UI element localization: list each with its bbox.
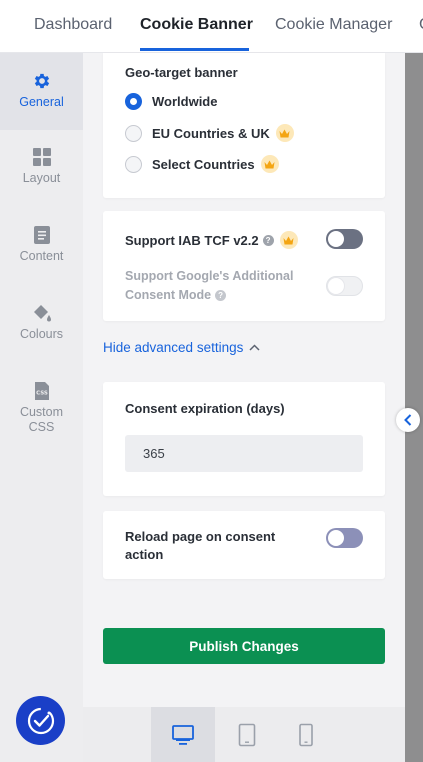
sidebar-item-content[interactable]: Content bbox=[0, 225, 83, 264]
sidebar-item-label: CSS bbox=[28, 420, 55, 434]
google-consent-label-line2-row: Consent Mode? bbox=[125, 286, 293, 305]
toggle-knob bbox=[328, 231, 344, 247]
radio-worldwide[interactable]: Worldwide bbox=[125, 93, 217, 110]
radio-label: Worldwide bbox=[152, 94, 218, 109]
assistant-fab-button[interactable] bbox=[16, 696, 65, 745]
consent-expiration-label: Consent expiration (days) bbox=[125, 401, 285, 416]
chevron-left-icon bbox=[404, 414, 412, 426]
sidebar-item-layout[interactable]: Layout bbox=[0, 147, 83, 186]
google-consent-label-line1: Support Google's Additional bbox=[125, 269, 294, 283]
toggle-knob bbox=[328, 530, 344, 546]
settings-panel: Geo-target banner Worldwide EU Countries… bbox=[83, 53, 405, 707]
device-tablet-button[interactable] bbox=[215, 707, 279, 762]
sidebar-item-custom-css[interactable]: CSS Custom CSS bbox=[0, 381, 83, 435]
badge-check-icon bbox=[27, 707, 54, 734]
consent-expiration-card: Consent expiration (days) 365 bbox=[103, 382, 385, 496]
device-desktop-button[interactable] bbox=[151, 707, 215, 762]
crown-icon bbox=[260, 155, 279, 173]
iab-tcf-label: Support IAB TCF v2.2 bbox=[125, 232, 259, 248]
chevron-up-icon bbox=[249, 344, 260, 351]
radio-button[interactable] bbox=[125, 124, 142, 142]
tab-cookie-banner[interactable]: Cookie Banner bbox=[140, 16, 253, 34]
device-preview-bar bbox=[83, 707, 405, 762]
sidebar-item-label: Layout bbox=[22, 171, 61, 185]
sidebar-item-general[interactable]: General bbox=[0, 53, 83, 130]
help-icon[interactable]: ? bbox=[262, 234, 274, 246]
google-consent-label: Support Google's Additional Consent Mode… bbox=[125, 267, 293, 305]
mobile-icon bbox=[299, 723, 313, 746]
css-file-icon: CSS bbox=[34, 382, 49, 400]
gear-icon bbox=[34, 73, 49, 89]
radio-eu-countries[interactable]: EU Countries & UK bbox=[125, 124, 294, 142]
tab-truncated[interactable]: C bbox=[419, 16, 423, 34]
collapse-panel-button[interactable] bbox=[396, 408, 420, 432]
geo-target-title: Geo-target banner bbox=[125, 65, 238, 80]
reload-toggle[interactable] bbox=[326, 528, 363, 548]
tab-cookie-manager[interactable]: Cookie Manager bbox=[275, 16, 392, 34]
hide-advanced-settings-link[interactable]: Hide advanced settings bbox=[103, 340, 260, 355]
device-mobile-button[interactable] bbox=[274, 707, 338, 762]
layout-grid-icon bbox=[32, 148, 51, 166]
publish-changes-button[interactable]: Publish Changes bbox=[103, 628, 385, 664]
tablet-icon bbox=[238, 723, 256, 746]
radio-button[interactable] bbox=[125, 93, 142, 110]
sidebar-item-label: Colours bbox=[19, 327, 64, 341]
active-tab-indicator bbox=[140, 48, 249, 51]
paint-bucket-icon bbox=[33, 305, 51, 322]
document-icon bbox=[33, 226, 50, 244]
reload-card: Reload page on consent action bbox=[103, 511, 385, 579]
radio-label: EU Countries & UK bbox=[152, 125, 270, 141]
advanced-settings-label: Hide advanced settings bbox=[103, 340, 244, 355]
reload-label-line1: Reload page on consent bbox=[125, 529, 276, 544]
tab-dashboard[interactable]: Dashboard bbox=[34, 16, 112, 34]
top-tab-bar: Dashboard Cookie Banner Cookie Manager C bbox=[0, 0, 423, 53]
reload-label: Reload page on consent action bbox=[125, 528, 275, 564]
reload-label-line2: action bbox=[125, 547, 164, 562]
google-consent-label-line2: Consent Mode bbox=[125, 288, 212, 302]
sidebar-item-label: General bbox=[19, 95, 64, 109]
crown-icon bbox=[275, 124, 294, 142]
sidebar-item-colours[interactable]: Colours bbox=[0, 303, 83, 342]
iab-tcf-row: Support IAB TCF v2.2 ? bbox=[125, 231, 298, 249]
radio-button[interactable] bbox=[125, 155, 142, 173]
sidebar-item-label: Content bbox=[19, 249, 64, 263]
geo-target-card: Geo-target banner Worldwide EU Countries… bbox=[103, 53, 385, 198]
radio-select-countries[interactable]: Select Countries bbox=[125, 155, 279, 173]
sidebar-item-label: Custom bbox=[19, 405, 64, 419]
toggle-knob bbox=[328, 278, 344, 294]
iab-tcf-toggle[interactable] bbox=[326, 229, 363, 249]
svg-text:CSS: CSS bbox=[36, 391, 48, 397]
settings-sidebar: General Layout Content Colours CSS Custo… bbox=[0, 53, 83, 762]
crown-icon bbox=[279, 231, 298, 249]
google-consent-toggle[interactable] bbox=[326, 276, 363, 296]
radio-label: Select Countries bbox=[152, 156, 255, 172]
desktop-icon bbox=[172, 724, 194, 745]
iab-card: Support IAB TCF v2.2 ? Support Google's … bbox=[103, 211, 385, 321]
consent-expiration-input[interactable]: 365 bbox=[125, 435, 363, 472]
help-icon[interactable]: ? bbox=[215, 290, 227, 301]
